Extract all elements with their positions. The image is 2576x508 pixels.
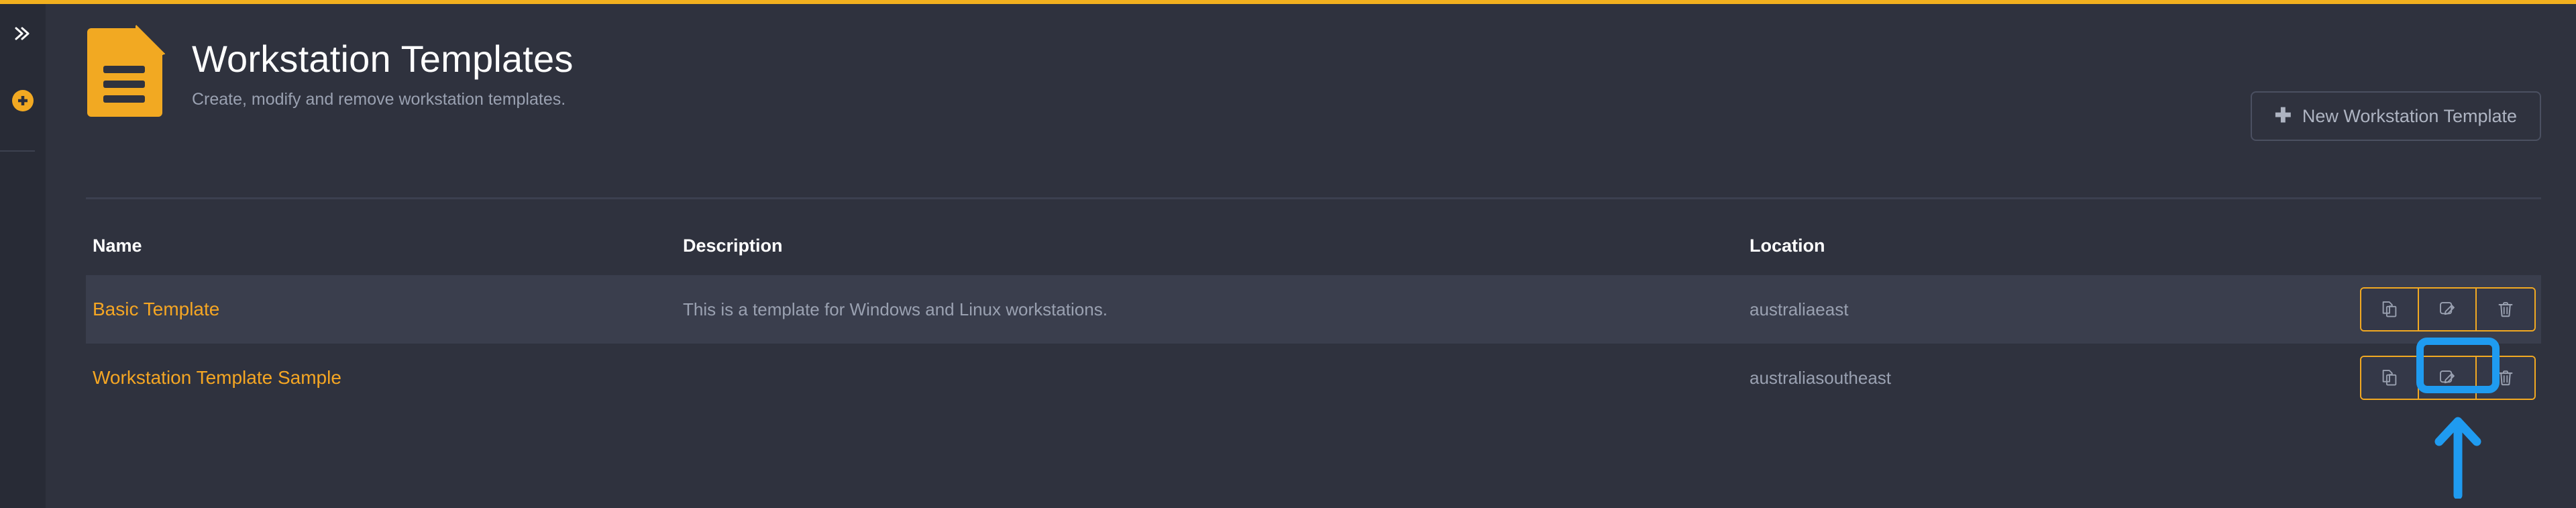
row-action-group (2360, 287, 2536, 332)
page-title: Workstation Templates (192, 38, 574, 80)
top-accent-bar (0, 0, 2576, 4)
trash-icon (2496, 368, 2516, 388)
table-row[interactable]: Workstation Template Sample australiasou… (86, 344, 2541, 412)
workstation-templates-table: Name Description Location Basic Template… (86, 216, 2541, 412)
page-header-text: Workstation Templates Create, modify and… (192, 19, 574, 109)
row-action-group (2360, 356, 2536, 400)
document-lines-icon (86, 24, 165, 117)
cell-actions (2326, 287, 2541, 332)
cell-name: Workstation Template Sample (86, 367, 683, 389)
main-content: Workstation Templates Create, modify and… (46, 4, 2576, 508)
copy-icon (2379, 368, 2400, 388)
column-header-location: Location (1750, 235, 1825, 256)
rail-add-button[interactable] (0, 87, 46, 114)
edit-pencil-icon (2437, 299, 2457, 319)
rail-expand-button[interactable] (0, 19, 46, 48)
page-header-left: Workstation Templates Create, modify and… (86, 19, 574, 117)
page-subtitle: Create, modify and remove workstation te… (192, 90, 566, 109)
page-header: Workstation Templates Create, modify and… (86, 19, 2541, 146)
column-header-name: Name (93, 235, 142, 256)
copy-button[interactable] (2361, 357, 2419, 399)
chevron-double-right-icon (13, 26, 33, 42)
template-name-link[interactable]: Workstation Template Sample (93, 367, 341, 388)
delete-button[interactable] (2477, 289, 2534, 330)
delete-button[interactable] (2477, 357, 2534, 399)
cell-location: australiaeast (1750, 299, 1849, 319)
cell-name: Basic Template (86, 299, 683, 320)
cell-location: australiasoutheast (1750, 367, 1892, 388)
copy-button[interactable] (2361, 289, 2419, 330)
new-workstation-template-button[interactable]: ✚ New Workstation Template (2250, 91, 2541, 141)
rail-divider (0, 150, 35, 152)
app-root: Workstation Templates Create, modify and… (0, 0, 2576, 508)
table-row[interactable]: Basic Template This is a template for Wi… (86, 275, 2541, 344)
edit-button[interactable] (2419, 357, 2477, 399)
new-workstation-template-label: New Workstation Template (2302, 105, 2517, 126)
plus-icon: ✚ (2274, 105, 2292, 127)
header-divider (86, 197, 2541, 199)
copy-icon (2379, 299, 2400, 319)
edit-button[interactable] (2419, 289, 2477, 330)
column-header-description: Description (683, 235, 783, 256)
trash-icon (2496, 299, 2516, 319)
table-header-row: Name Description Location (86, 216, 2541, 275)
left-rail (0, 0, 46, 508)
cell-description: This is a template for Windows and Linux… (683, 299, 1108, 319)
template-name-link[interactable]: Basic Template (93, 299, 219, 319)
plus-circle-icon (12, 90, 34, 111)
edit-pencil-icon (2437, 368, 2457, 388)
cell-actions (2326, 356, 2541, 400)
